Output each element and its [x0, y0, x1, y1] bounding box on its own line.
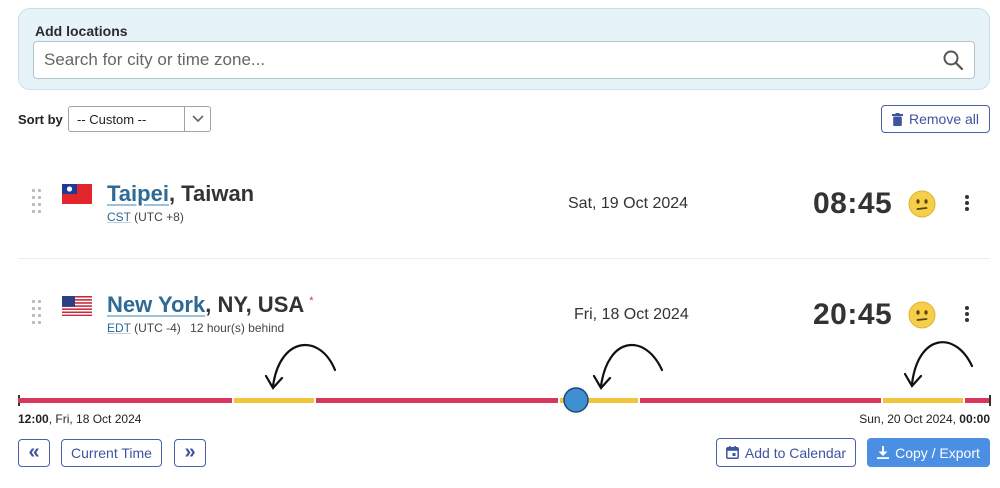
timeline-start-label: 12:00, Fri, 18 Oct 2024 [18, 412, 141, 426]
usa-flag-icon [62, 296, 92, 316]
timezone-new-york: EDT (UTC -4) 12 hour(s) behind [107, 321, 284, 335]
search-icon[interactable] [942, 49, 964, 71]
drag-handle-new-york[interactable] [32, 300, 42, 326]
search-box[interactable] [33, 41, 975, 79]
timezone-taipei: CST (UTC +8) [107, 210, 184, 224]
timeline-bar[interactable] [0, 338, 1000, 414]
add-to-calendar-label: Add to Calendar [744, 444, 847, 461]
calendar-icon [725, 446, 739, 459]
drag-handle-taipei[interactable] [32, 189, 42, 215]
copy-export-button[interactable]: Copy / Export [867, 438, 990, 467]
arrow-right-icon [910, 341, 974, 386]
hand-drawn-arrows [264, 341, 974, 390]
tz-abbr-taipei[interactable]: CST [107, 210, 131, 224]
current-time-label: Current Time [71, 445, 152, 461]
location-name-taipei: Taipei, Taiwan [107, 181, 254, 207]
sort-select[interactable]: -- Custom -- [68, 106, 211, 132]
neutral-face-icon [908, 301, 936, 329]
download-icon [877, 446, 890, 459]
double-chevron-right-icon: » [184, 440, 196, 463]
current-time-button[interactable]: Current Time [61, 439, 162, 467]
time-taipei: 08:45 [813, 187, 893, 220]
chevron-down-icon[interactable] [184, 107, 210, 131]
sort-label: Sort by [18, 112, 63, 127]
timeline-end-time: 00:00 [959, 412, 990, 426]
more-menu-icon[interactable] [964, 195, 970, 211]
timeline-start-date: , Fri, 18 Oct 2024 [48, 412, 142, 426]
search-input[interactable] [44, 42, 924, 78]
tz-abbr-new-york[interactable]: EDT [107, 321, 131, 335]
taiwan-flag-icon [62, 184, 92, 204]
timeline-end-label: Sun, 20 Oct 2024, 00:00 [859, 412, 990, 426]
more-menu-icon[interactable] [964, 306, 970, 322]
location-name-new-york: New York, NY, USA * [107, 292, 314, 318]
timeline-tick-end [989, 395, 991, 406]
arrow-left-icon [271, 343, 337, 388]
region-new-york: , NY, USA [205, 292, 305, 317]
previous-button[interactable]: « [18, 439, 50, 467]
add-to-calendar-button[interactable]: Add to Calendar [716, 438, 856, 467]
arrow-mid-icon [599, 343, 664, 388]
add-locations-panel: Add locations [18, 8, 990, 90]
date-new-york: Fri, 18 Oct 2024 [574, 306, 689, 323]
next-button[interactable]: » [174, 439, 206, 467]
timeline-start-time: 12:00 [18, 412, 49, 426]
timeline-busy-segment [640, 398, 881, 403]
trash-icon [891, 112, 903, 126]
neutral-face-icon [908, 190, 936, 218]
timeline-busy-segment [18, 398, 232, 403]
home-asterisk: * [309, 294, 314, 307]
remove-all-label: Remove all [908, 111, 980, 127]
relative-offset-new-york: 12 hour(s) behind [190, 321, 285, 335]
double-chevron-left-icon: « [28, 440, 40, 463]
timeline-busy-segment [316, 398, 558, 403]
tz-offset-new-york: (UTC -4) [134, 321, 181, 335]
date-taipei: Sat, 19 Oct 2024 [568, 195, 689, 212]
timeline-busy-segment [965, 398, 989, 403]
add-locations-label: Add locations [35, 23, 128, 39]
city-link-new-york[interactable]: New York [107, 292, 205, 317]
row-divider [18, 258, 990, 259]
timeline-overlap-segment [883, 398, 963, 403]
timeline-end-date: Sun, 20 Oct 2024, [859, 412, 960, 426]
remove-all-button[interactable]: Remove all [881, 105, 990, 133]
current-time-marker [563, 387, 589, 413]
time-new-york: 20:45 [813, 298, 893, 331]
sort-selected-value: -- Custom -- [77, 112, 147, 127]
copy-export-label: Copy / Export [895, 444, 980, 461]
city-link-taipei[interactable]: Taipei [107, 181, 169, 206]
timeline-overlap-segment [234, 398, 314, 403]
tz-offset-taipei: (UTC +8) [134, 210, 184, 224]
region-taipei: , Taiwan [168, 181, 255, 206]
